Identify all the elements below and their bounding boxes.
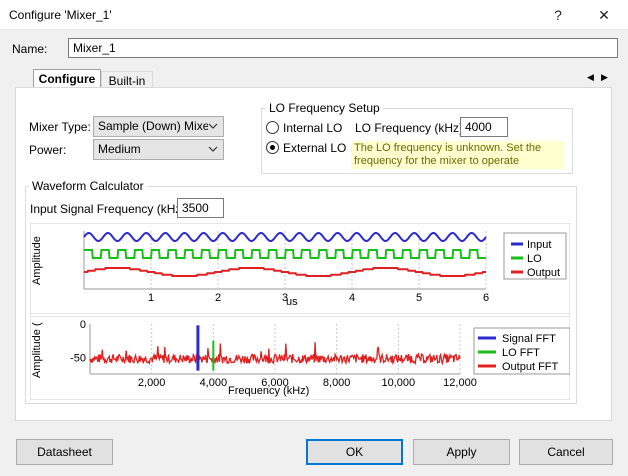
title-bar: Configure 'Mixer_1' ? ✕ <box>0 0 628 30</box>
chevron-down-icon <box>208 123 218 129</box>
help-button[interactable]: ? <box>536 0 580 30</box>
legend-label-signal-fft: Signal FFT <box>502 333 556 345</box>
time-xlabel: us <box>286 296 298 308</box>
time-ylabel: Amplitude <box>31 236 43 285</box>
lo-frequency-input[interactable]: 4000 <box>460 117 508 137</box>
input-frequency-label: Input Signal Frequency (kHz): <box>30 202 189 216</box>
input-frequency-input[interactable]: 3500 <box>177 198 224 218</box>
legend-label-output: Output <box>527 267 560 279</box>
time-x-tick-label: 4 <box>349 292 355 304</box>
cancel-button[interactable]: Cancel <box>519 439 613 465</box>
chevron-down-icon <box>208 146 218 152</box>
fft-y-tick-label: -50 <box>70 352 86 364</box>
close-button[interactable]: ✕ <box>582 0 626 30</box>
internal-lo-label[interactable]: Internal LO <box>283 121 342 135</box>
legend-label-lo: LO <box>527 253 542 265</box>
legend-label-lo-fft: LO FFT <box>502 347 540 359</box>
time-domain-chart: Amplitude 123456 us InputLOOutput <box>30 223 570 314</box>
fft-x-tick-label: 8,000 <box>323 377 351 389</box>
mixer-type-label: Mixer Type: <box>29 120 91 134</box>
time-x-tick-label: 2 <box>215 292 221 304</box>
lo-frequency-label: LO Frequency (kHz): <box>355 121 467 135</box>
ok-button[interactable]: OK <box>306 439 403 465</box>
external-lo-label[interactable]: External LO <box>283 141 346 155</box>
window-title: Configure 'Mixer_1' <box>9 8 112 22</box>
lo-warning-note: The LO frequency is unknown. Set the fre… <box>351 141 564 169</box>
fft-xlabel: Frequency (kHz) <box>228 385 309 397</box>
apply-button[interactable]: Apply <box>413 439 510 465</box>
mixer-type-value: Sample (Down) Mixer <box>98 120 208 133</box>
tab-scroll-left-icon[interactable]: ◀ <box>587 72 594 83</box>
fft-chart: Amplitude ( 2,000 4,000 6,000 8,000 10,000 12… <box>30 316 570 400</box>
fft-x-tick-label: 12,000 <box>443 377 477 389</box>
power-label: Power: <box>29 143 67 157</box>
fft-x-tick-label: 4,000 <box>200 377 228 389</box>
name-input[interactable]: Mixer_1 <box>68 38 618 58</box>
waveform-title: Waveform Calculator <box>29 179 147 193</box>
legend-label-output-fft: Output FFT <box>502 361 559 373</box>
time-x-tick-label: 6 <box>483 292 489 304</box>
fft-y-tick-label: 0 <box>80 319 86 331</box>
lo-setup-title: LO Frequency Setup <box>266 101 383 115</box>
mixer-type-select[interactable]: Sample (Down) Mixer <box>93 116 224 137</box>
legend-label-input: Input <box>527 239 551 251</box>
name-label: Name: <box>12 42 48 56</box>
fft-x-tick-label: 10,000 <box>382 377 416 389</box>
power-value: Medium <box>98 142 141 156</box>
internal-lo-radio[interactable] <box>266 121 279 134</box>
fft-x-tick-label: 2,000 <box>138 377 166 389</box>
time-x-tick-label: 1 <box>148 292 154 304</box>
power-select[interactable]: Medium <box>93 139 224 160</box>
tab-scroll-right-icon[interactable]: ▶ <box>601 72 608 83</box>
time-x-tick-label: 5 <box>416 292 422 304</box>
external-lo-radio[interactable] <box>266 141 279 154</box>
datasheet-button[interactable]: Datasheet <box>16 439 113 465</box>
fft-ylabel: Amplitude ( <box>31 322 43 378</box>
